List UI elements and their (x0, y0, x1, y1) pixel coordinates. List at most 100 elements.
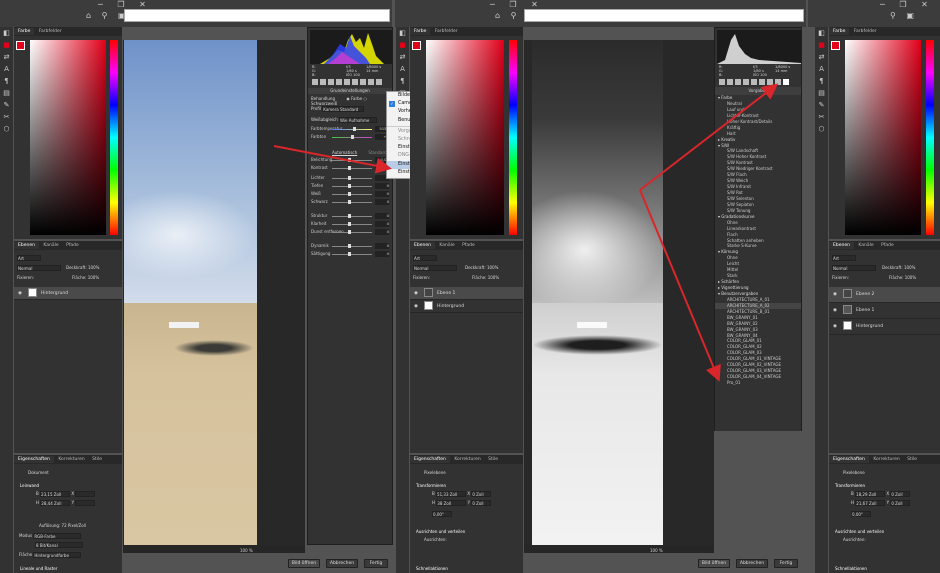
preset-icon[interactable] (376, 79, 382, 85)
slider-row[interactable]: Weiß 0 (308, 190, 392, 198)
wb-select[interactable]: Wie Aufnahme (339, 117, 378, 123)
tab-adjustments[interactable]: Korrekturen (870, 457, 902, 462)
fill-value[interactable]: 100% (488, 275, 499, 280)
kind-select[interactable]: Art (413, 255, 437, 261)
slider-row[interactable]: Schwarz 0 (308, 198, 392, 206)
depth-select[interactable]: 8 Bit/Kanal (35, 542, 83, 548)
tab-properties[interactable]: Eigenschaften (829, 456, 869, 463)
tab-styles[interactable]: Stile (485, 457, 501, 462)
slider-value[interactable]: 0 (375, 213, 389, 219)
preset-item[interactable]: Pro_01 (715, 380, 801, 386)
fill-value[interactable]: 100% (905, 275, 916, 280)
tab-paths[interactable]: Pfade (63, 243, 82, 248)
slider-row[interactable]: Sättigung 0 (308, 250, 392, 258)
photo-left[interactable] (124, 40, 257, 545)
angle-field[interactable]: 0,00° (432, 511, 452, 517)
fill-bg-select[interactable]: Hintergrundfarbe (33, 552, 82, 558)
title-field-left[interactable] (124, 9, 390, 22)
layer-row[interactable]: ◉ Ebene 1 (410, 287, 523, 300)
paragraph-icon[interactable]: ¶ (0, 75, 13, 87)
slider-row[interactable]: Farbton+3 (308, 133, 392, 141)
title-field-middle[interactable] (524, 9, 804, 22)
w-field[interactable]: 18,29 Zoll (855, 491, 886, 497)
tab-channels[interactable]: Kanäle (855, 243, 876, 248)
basic-icon[interactable] (312, 79, 318, 85)
mode-select[interactable]: RGB-Farbe (33, 533, 82, 539)
x-field[interactable] (75, 491, 96, 497)
x-field[interactable]: 0 Zoll (471, 491, 492, 497)
calibration-icon[interactable] (368, 79, 374, 85)
tab-styles[interactable]: Stile (904, 457, 920, 462)
cancel-button[interactable]: Abbrechen (736, 559, 768, 568)
color-fg-swatch[interactable] (831, 41, 840, 50)
split-icon[interactable] (344, 79, 350, 85)
library-icon[interactable]: ▤ (0, 87, 13, 99)
blend-mode-select[interactable]: Normal (413, 265, 457, 271)
layer-row[interactable]: ◉ Ebene 2 (829, 287, 940, 303)
paragraph-icon[interactable]: ¶ (815, 75, 828, 87)
opacity-value[interactable]: 100% (487, 265, 498, 270)
basic-icon[interactable] (719, 79, 725, 85)
calibration-icon[interactable] (775, 79, 781, 85)
tab-color[interactable]: Farbe (410, 28, 431, 35)
slider-row[interactable]: Dunst entfernen 0 (308, 228, 392, 236)
tab-swatches[interactable]: Farbfelder (851, 29, 880, 34)
h-field[interactable]: 21,67 Zoll (855, 500, 886, 506)
height-field[interactable]: 28,44 Zoll (40, 500, 71, 506)
x-field[interactable]: 0 Zoll (890, 491, 911, 497)
3d-icon[interactable]: ⬡ (0, 123, 13, 135)
detail-icon[interactable] (328, 79, 334, 85)
adjust-icon[interactable]: ⇄ (396, 51, 409, 63)
hue-slider[interactable] (509, 40, 517, 235)
slider-row[interactable]: Struktur 0 (308, 212, 392, 220)
tab-properties[interactable]: Eigenschaften (14, 456, 54, 463)
lens-icon[interactable] (759, 79, 765, 85)
eye-icon[interactable]: ◉ (833, 287, 839, 303)
blend-mode[interactable]: Normal (413, 265, 457, 271)
preset-icon[interactable] (783, 79, 789, 85)
w-field[interactable]: 51,33 Zoll (436, 491, 467, 497)
layer-row[interactable]: ◉ Hintergrund (14, 287, 122, 300)
window-controls-middle[interactable]: ─ ❐ ✕ (490, 0, 544, 9)
color-fg-swatch[interactable] (16, 41, 25, 50)
hsl-icon[interactable] (336, 79, 342, 85)
color-tool-icon[interactable]: ◧ (0, 27, 13, 39)
slider-value[interactable]: 0 (375, 221, 389, 227)
y-field[interactable]: 0 Zoll (471, 500, 492, 506)
opacity-value[interactable]: 100% (88, 265, 99, 270)
color-tool-icon[interactable]: ◧ (396, 27, 409, 39)
y-field[interactable] (75, 500, 96, 506)
slider-row[interactable]: Klarheit 0 (308, 220, 392, 228)
tab-swatches[interactable]: Farbfelder (36, 29, 65, 34)
color-fg-swatch[interactable] (412, 41, 421, 50)
paragraph-icon[interactable]: ¶ (396, 75, 409, 87)
split-icon[interactable] (751, 79, 757, 85)
swatch-icon[interactable]: ■ (0, 39, 13, 51)
width-field[interactable]: 23,15 Zoll (40, 491, 71, 497)
fx-icon[interactable] (360, 79, 366, 85)
fx-icon[interactable] (767, 79, 773, 85)
slider-value[interactable]: 0 (375, 229, 389, 235)
tab-channels[interactable]: Kanäle (436, 243, 457, 248)
open-image-button[interactable]: Bild öffnen (288, 559, 320, 568)
color-radio-icon[interactable]: ◉ (346, 96, 350, 101)
slider-row[interactable]: Farbtemperatur 5150 (308, 125, 392, 133)
eye-icon[interactable]: ◉ (833, 319, 839, 335)
color-field[interactable] (30, 40, 106, 235)
y-field[interactable]: 0 Zoll (890, 500, 911, 506)
cancel-button[interactable]: Abbrechen (326, 559, 358, 568)
kind-select[interactable]: Art (17, 255, 41, 261)
blend-mode[interactable]: Normal (17, 265, 61, 271)
slider-row[interactable]: Dynamik 0 (308, 242, 392, 250)
adjust-icon[interactable]: ⇄ (0, 51, 13, 63)
library-icon[interactable]: ▤ (815, 87, 828, 99)
blend-mode-select[interactable]: Normal (17, 265, 61, 271)
layer-row[interactable]: ◉ Hintergrund (410, 300, 523, 313)
default-link[interactable]: Standard (368, 150, 386, 155)
hue-slider[interactable] (110, 40, 118, 235)
tab-properties[interactable]: Eigenschaften (410, 456, 450, 463)
swatch-icon[interactable]: ■ (815, 39, 828, 51)
slider-value[interactable]: 0 (375, 191, 389, 197)
slider-value[interactable]: 0 (375, 183, 389, 189)
curve-icon[interactable] (320, 79, 326, 85)
